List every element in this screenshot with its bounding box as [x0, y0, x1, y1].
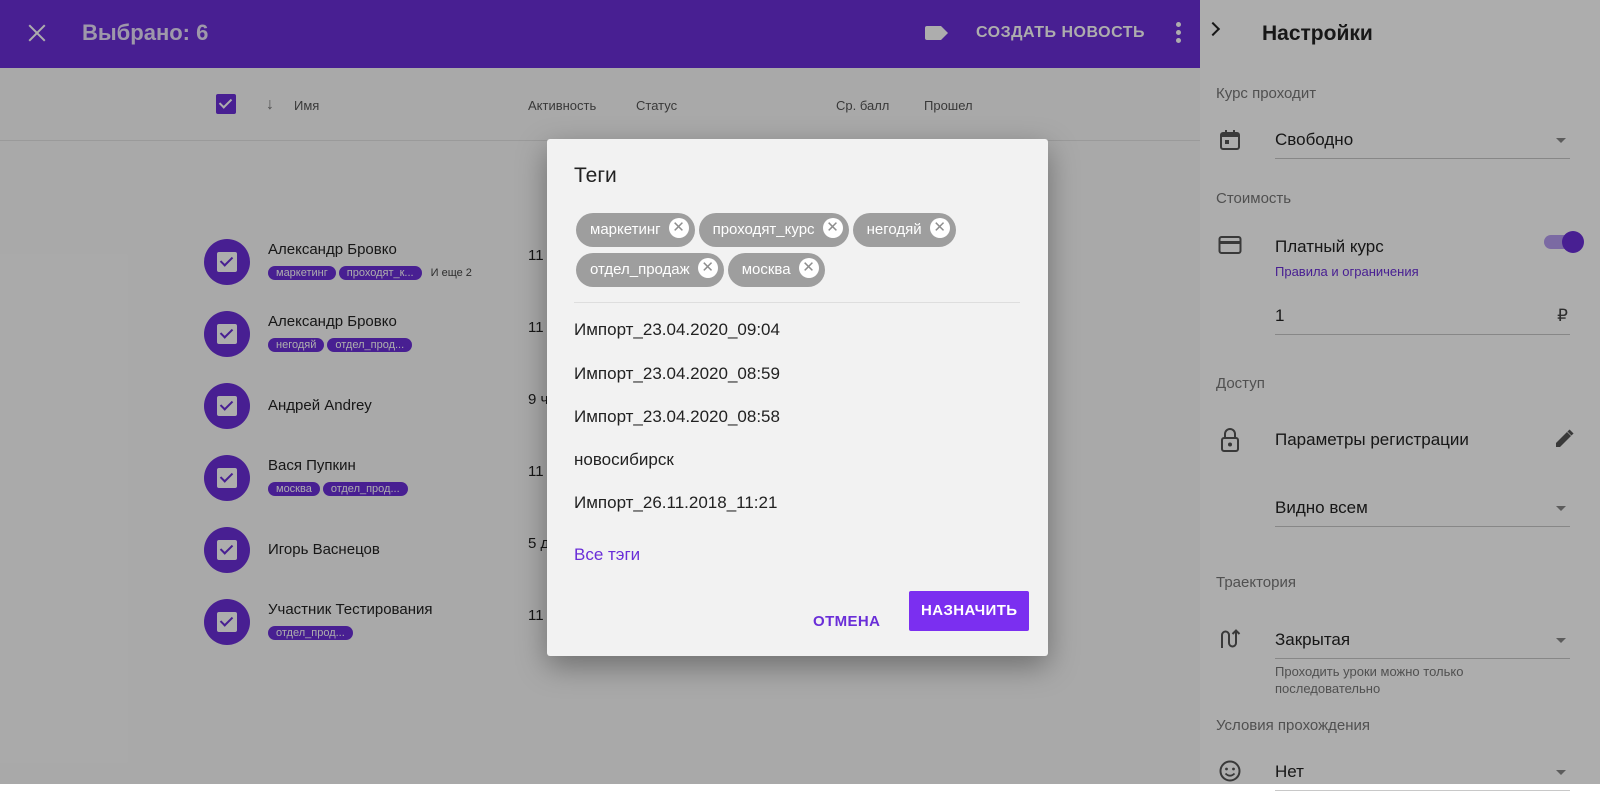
tag-chip-label: отдел_продаж: [590, 261, 690, 278]
tag-suggestion[interactable]: новосибирск: [574, 450, 674, 470]
tag-chip-label: негодяй: [866, 221, 922, 238]
all-tags-link[interactable]: Все тэги: [574, 545, 640, 565]
tag-chip[interactable]: маркетинг ✕: [576, 213, 695, 247]
chip-remove-icon[interactable]: ✕: [929, 218, 950, 239]
tag-chip[interactable]: отдел_продаж ✕: [576, 253, 724, 287]
divider: [574, 302, 1020, 303]
chip-remove-icon[interactable]: ✕: [822, 218, 843, 239]
tag-chip-label: проходят_курс: [712, 221, 815, 238]
tag-chip[interactable]: негодяй ✕: [852, 213, 956, 247]
tag-suggestion[interactable]: Импорт_23.04.2020_09:04: [574, 320, 780, 340]
assign-button[interactable]: НАЗНАЧИТЬ: [909, 591, 1030, 631]
tag-suggestion[interactable]: Импорт_23.04.2020_08:58: [574, 407, 780, 427]
cancel-button[interactable]: ОТМЕНА: [809, 605, 884, 638]
tag-suggestion[interactable]: Импорт_23.04.2020_08:59: [574, 364, 780, 384]
chip-remove-icon[interactable]: ✕: [697, 258, 718, 279]
tag-chip-label: маркетинг: [590, 221, 661, 238]
dialog-title: Теги: [574, 164, 617, 187]
tag-chip[interactable]: москва ✕: [727, 253, 825, 287]
selected-tags: маркетинг ✕ проходят_курс ✕ негодяй ✕отдел_пр…: [576, 213, 1036, 293]
chip-remove-icon[interactable]: ✕: [668, 218, 689, 239]
tag-suggestion[interactable]: Импорт_26.11.2018_11:21: [574, 493, 777, 513]
tag-chip-label: москва: [741, 261, 791, 278]
chip-remove-icon[interactable]: ✕: [798, 258, 819, 279]
tags-dialog: Теги маркетинг ✕ проходят_курс ✕ негодяй ✕отд…: [547, 139, 1048, 656]
tag-chip[interactable]: проходят_курс ✕: [698, 213, 849, 247]
